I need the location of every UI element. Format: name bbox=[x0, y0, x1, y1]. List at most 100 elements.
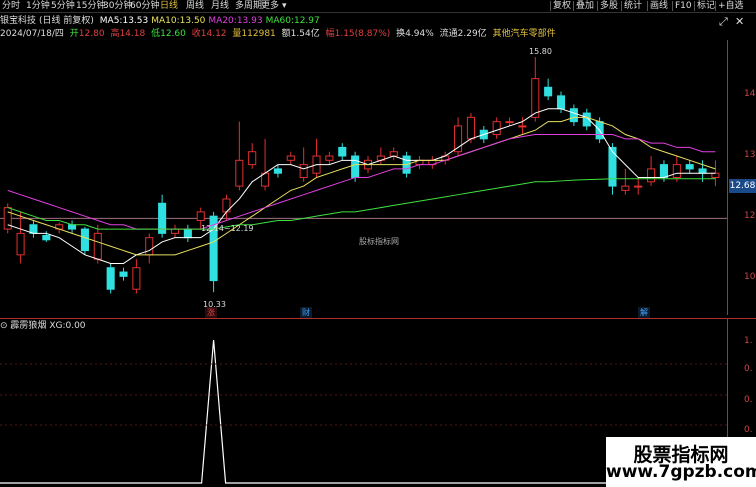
event-marker-jie[interactable]: 解 bbox=[638, 307, 650, 318]
ma-value: 13.53 bbox=[122, 16, 149, 26]
ma-value: 12.97 bbox=[293, 16, 320, 26]
candle-body bbox=[248, 151, 257, 166]
candle[interactable] bbox=[492, 117, 501, 139]
period-tab[interactable]: 15分钟 bbox=[76, 0, 105, 12]
candle-body bbox=[351, 155, 360, 178]
tool-tab[interactable]: 标记 bbox=[697, 0, 715, 12]
candle[interactable] bbox=[222, 194, 231, 221]
low-label: 低 bbox=[151, 29, 161, 39]
candle[interactable] bbox=[569, 104, 578, 126]
float-value: 2.29亿 bbox=[457, 29, 487, 39]
candle[interactable] bbox=[441, 151, 450, 165]
candle[interactable] bbox=[338, 143, 347, 161]
indicator-name: 霹雳狼烟 bbox=[10, 321, 47, 331]
period-tab[interactable]: 1分钟 bbox=[26, 0, 50, 12]
candle[interactable] bbox=[16, 211, 25, 264]
period-tab[interactable]: 多周期 bbox=[235, 0, 262, 12]
more-dropdown-icon[interactable]: ▾ bbox=[282, 0, 287, 12]
tab-separator bbox=[597, 1, 598, 11]
candle[interactable] bbox=[299, 147, 308, 182]
period-tab[interactable]: 30分钟 bbox=[103, 0, 132, 12]
candle[interactable] bbox=[106, 263, 115, 294]
tool-tab[interactable]: 叠加 bbox=[576, 0, 594, 12]
candle[interactable] bbox=[248, 143, 257, 169]
tool-tab[interactable]: F10 bbox=[675, 0, 692, 12]
period-tab[interactable]: 60分钟 bbox=[130, 0, 159, 12]
price-tick-13: 13. bbox=[744, 150, 756, 160]
candle-body bbox=[286, 155, 295, 161]
xg-value: 0.00 bbox=[65, 321, 86, 331]
candle-body bbox=[196, 211, 205, 221]
candle[interactable] bbox=[389, 147, 398, 161]
candle[interactable] bbox=[68, 220, 77, 234]
candle[interactable] bbox=[93, 224, 102, 264]
close-icon[interactable]: ✕ bbox=[735, 15, 744, 28]
tool-tab[interactable]: 画线 bbox=[650, 0, 668, 12]
candle[interactable] bbox=[454, 117, 463, 157]
indicator-header: ⊙ 霹雳狼烟 XG:0.00 bbox=[0, 320, 86, 332]
candle[interactable] bbox=[312, 138, 321, 178]
turnover-value: 4.94% bbox=[405, 29, 434, 39]
period-tab[interactable]: 日线 bbox=[160, 0, 178, 12]
ma-label: MA5: bbox=[99, 16, 123, 26]
candle[interactable] bbox=[158, 194, 167, 238]
price-axis-line bbox=[727, 40, 728, 315]
period-tab[interactable]: 更多 bbox=[261, 0, 279, 12]
toolbar-divider bbox=[0, 12, 756, 13]
candle-body bbox=[621, 185, 630, 191]
tool-tab[interactable]: +自选 bbox=[718, 0, 744, 12]
tool-tab[interactable]: 复权 bbox=[553, 0, 571, 12]
candle[interactable] bbox=[544, 78, 553, 101]
watermark-url: www.7gpzb.com bbox=[606, 462, 756, 482]
indicator-tick-2: 0. bbox=[744, 364, 753, 374]
candle[interactable] bbox=[621, 168, 630, 195]
candle-body bbox=[325, 155, 334, 161]
candlestick-chart[interactable] bbox=[0, 40, 727, 315]
candle[interactable] bbox=[647, 156, 656, 187]
candle-body bbox=[711, 172, 720, 178]
candle-body bbox=[183, 228, 192, 239]
candle[interactable] bbox=[183, 224, 192, 242]
site-watermark: 股票指标网 www.7gpzb.com bbox=[606, 437, 756, 487]
event-marker-zhang[interactable]: 涨 bbox=[205, 307, 217, 318]
event-marker-cai[interactable]: 财 bbox=[300, 307, 312, 318]
period-tab[interactable]: 5分钟 bbox=[51, 0, 75, 12]
period-tab[interactable]: 分时 bbox=[2, 0, 20, 12]
candle-body bbox=[235, 159, 244, 187]
price-tick-10: 10. bbox=[744, 272, 756, 282]
candle[interactable] bbox=[132, 259, 141, 294]
tool-tab[interactable]: 统计 bbox=[624, 0, 642, 12]
candle[interactable] bbox=[376, 147, 385, 165]
ma-label: MA20: bbox=[208, 16, 237, 26]
candle[interactable] bbox=[325, 151, 334, 165]
candle-body bbox=[106, 267, 115, 290]
candle[interactable] bbox=[119, 267, 128, 281]
period-tab[interactable]: 月线 bbox=[211, 0, 229, 12]
candle-body bbox=[569, 108, 578, 123]
candle[interactable] bbox=[415, 156, 424, 169]
candle-body bbox=[170, 228, 180, 234]
close-value: 14.12 bbox=[200, 29, 227, 39]
candle[interactable] bbox=[80, 226, 89, 255]
candle[interactable] bbox=[261, 138, 270, 191]
candle[interactable] bbox=[29, 220, 38, 238]
tool-tab[interactable]: 多股 bbox=[600, 0, 618, 12]
candle[interactable] bbox=[672, 156, 681, 182]
candle[interactable] bbox=[634, 177, 643, 195]
fullscreen-icon[interactable]: ⤢ bbox=[719, 15, 728, 29]
candle[interactable] bbox=[235, 121, 244, 191]
open-label: 开 bbox=[69, 29, 79, 39]
candle[interactable] bbox=[428, 156, 437, 169]
ohlc-info-line: 2024/07/18/四 开12.80 高14.18 低12.60 收14.12… bbox=[0, 28, 559, 40]
candle[interactable] bbox=[685, 160, 694, 174]
candle[interactable] bbox=[42, 231, 51, 242]
candle-body bbox=[659, 164, 668, 178]
panel-divider bbox=[0, 318, 756, 319]
indicator-settings-icon[interactable]: ⊙ bbox=[0, 321, 8, 331]
candle-body bbox=[647, 168, 656, 183]
ma-value: 13.50 bbox=[179, 16, 206, 26]
candle[interactable] bbox=[286, 151, 295, 165]
high-price-label: 15.80 bbox=[529, 47, 552, 56]
candle[interactable] bbox=[170, 224, 180, 238]
period-tab[interactable]: 周线 bbox=[186, 0, 204, 12]
